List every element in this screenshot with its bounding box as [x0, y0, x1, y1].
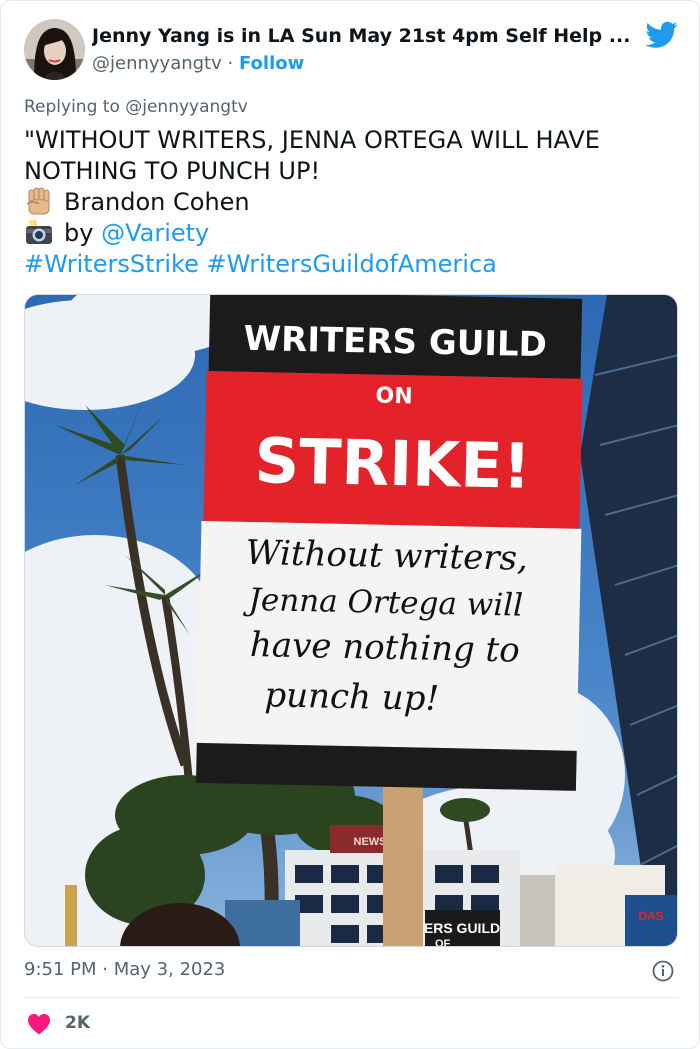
strike-sign-photo: NEWS DAS ERS GUILD OF WRITERS GUILD ON S… [25, 295, 677, 947]
tweet-photo[interactable]: NEWS DAS ERS GUILD OF WRITERS GUILD ON S… [24, 294, 678, 947]
background-sign-text-2: OF [435, 938, 451, 947]
display-name[interactable]: Jenny Yang is in LA Sun May 21st 4pm Sel… [92, 25, 632, 47]
strike-sign: WRITERS GUILD ON STRIKE! Without writers… [195, 295, 583, 791]
handle-row: @jennyyangtv · Follow [92, 53, 622, 74]
photo-credit-line: by @Variety [24, 218, 678, 249]
credit-name: Brandon Cohen [64, 188, 250, 216]
follow-button[interactable]: Follow [239, 53, 304, 74]
handle-separator: · [227, 53, 234, 74]
credit-line: Brandon Cohen [24, 187, 678, 218]
sign-strike: STRIKE! [254, 424, 532, 503]
twitter-bird-icon[interactable] [646, 21, 678, 49]
tweet-line: NOTHING TO PUNCH UP! [24, 157, 321, 185]
tweet-text: "WITHOUT WRITERS, JENNA ORTEGA WILL HAVE… [24, 125, 678, 280]
hashtag-writers-guild[interactable]: #WritersGuildofAmerica [206, 250, 496, 278]
building-banner: NEWS [354, 836, 387, 848]
divider [24, 997, 678, 998]
author-block: Jenny Yang is in LA Sun May 21st 4pm Sel… [92, 25, 630, 74]
handwritten-line: have nothing to [250, 625, 520, 671]
credit-by: by [64, 219, 94, 247]
tweet-date[interactable]: May 3, 2023 [114, 959, 226, 980]
handwritten-line: Jenna Ortega will [242, 582, 523, 624]
meta-separator: · [102, 959, 108, 980]
tweet-card: Jenny Yang is in LA Sun May 21st 4pm Sel… [0, 0, 700, 1049]
sign-on: ON [375, 384, 413, 410]
storefront-sign: DAS [638, 909, 663, 923]
reply-prefix: Replying to [24, 97, 120, 117]
tweet-header: Jenny Yang is in LA Sun May 21st 4pm Sel… [24, 18, 678, 82]
user-handle[interactable]: @jennyyangtv [92, 53, 222, 74]
sign-heading: WRITERS GUILD [243, 319, 547, 365]
handwritten-line: Without writers, [245, 533, 528, 579]
tweet-meta: 9:51 PM · May 3, 2023 [24, 959, 678, 985]
info-icon[interactable] [652, 960, 674, 982]
reply-mention[interactable]: @jennyyangtv [125, 97, 248, 117]
camera-flash-emoji-icon [26, 219, 52, 244]
raised-fist-emoji-icon [26, 187, 50, 215]
sign-pole [383, 765, 423, 946]
handwritten-line: punch up! [264, 675, 439, 719]
avatar[interactable] [24, 19, 85, 80]
like-count[interactable]: 2K [65, 1013, 90, 1033]
background-sign-text: ERS GUILD [424, 920, 500, 936]
heart-icon[interactable] [27, 1013, 51, 1035]
reply-context: Replying to @jennyyangtv [24, 97, 248, 117]
hashtags-line: #WritersStrike #WritersGuildofAmerica [24, 249, 678, 280]
variety-mention-link[interactable]: @Variety [101, 219, 209, 247]
tweet-time[interactable]: 9:51 PM [24, 959, 97, 980]
hashtag-writers-strike[interactable]: #WritersStrike [24, 250, 199, 278]
tweet-line: "WITHOUT WRITERS, JENNA ORTEGA WILL HAVE [24, 126, 600, 154]
